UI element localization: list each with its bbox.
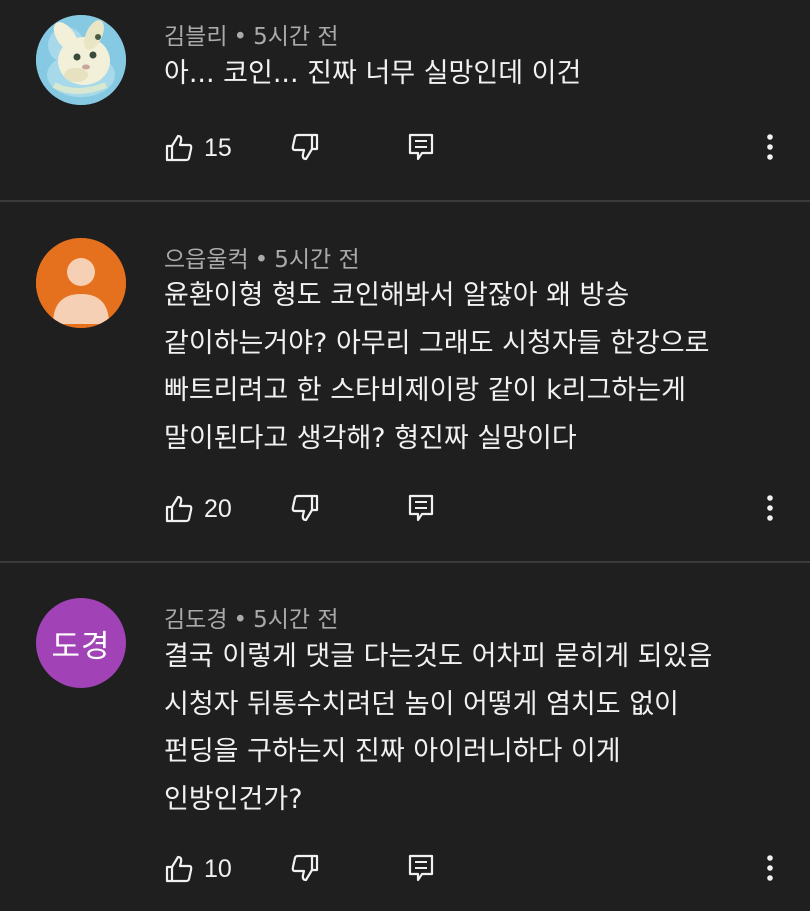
comment-actions: 10 [164,849,784,889]
more-vertical-icon [767,134,773,160]
avatar[interactable]: 도경 [36,598,126,688]
more-options-button[interactable] [760,853,780,883]
dislike-button[interactable] [290,853,320,883]
like-button[interactable]: 20 [164,489,232,529]
thumbs-up-icon [165,134,193,162]
comment-line: 아... 코인... 진짜 너무 실망인데 이건 [164,58,582,89]
comment-line: 같이하는거야? 아무리 그래도 시청자들 한강으로 [164,327,710,359]
comment-line: 결국 이렇게 댓글 다는것도 어차피 묻히게 되있음 [164,641,713,672]
more-options-button[interactable] [760,493,780,523]
reply-button[interactable] [406,853,436,883]
comment-time: 5시간 전 [274,247,360,273]
default-person-icon [36,238,126,328]
comment-line: 시청자 뒤통수치려던 놈이 어떻게 염치도 없이 [164,688,679,720]
thumbs-up-icon [165,495,193,523]
reply-button[interactable] [406,132,436,162]
comment-line: 인방인건가? [164,783,303,815]
comment-text: 아... 코인... 진짜 너무 실망인데 이건 [164,50,784,98]
comment-actions: 20 [164,489,784,529]
comment-meta: 김도경 • 5시간 전 [164,600,339,634]
avatar[interactable] [36,15,126,105]
like-count: 15 [204,133,232,162]
comment-time: 5시간 전 [253,607,339,633]
more-vertical-icon [767,855,773,881]
reply-icon [408,854,434,882]
like-count: 20 [204,494,232,523]
meta-separator: • [233,24,248,50]
reply-icon [408,133,434,161]
dislike-button[interactable] [290,493,320,523]
more-vertical-icon [767,495,773,521]
comment-time: 5시간 전 [253,24,339,50]
like-count: 10 [204,854,232,883]
comment-text: 결국 이렇게 댓글 다는것도 어차피 묻히게 되있음 시청자 뒤통수치려던 놈이… [164,633,784,823]
more-options-button[interactable] [760,132,780,162]
comment-line: 윤환이형 형도 코인해봐서 알잖아 왜 방송 [164,280,630,311]
avatar[interactable] [36,238,126,328]
comment-divider [0,561,810,563]
comment-divider [0,200,810,202]
comment-actions: 15 [164,128,784,168]
thumbs-down-icon [291,133,319,161]
meta-separator: • [233,607,248,633]
avatar-initials: 도경 [51,628,111,665]
comment-line: 말이된다고 생각해? 형진짜 실망이다 [164,422,577,454]
reply-button[interactable] [406,493,436,523]
like-button[interactable]: 15 [164,128,232,168]
meta-separator: • [254,247,269,273]
comment-line: 펀딩을 구하는지 진짜 아이러니하다 이게 [164,736,621,767]
thumbs-down-icon [291,494,319,522]
comment-line: 빠트리려고 한 스타비제이랑 같이 k리그하는게 [164,375,686,406]
bunny-illustration-icon [36,15,126,105]
author-name[interactable]: 김도경 [164,607,227,633]
author-name[interactable]: 김블리 [164,24,227,50]
comment-text: 윤환이형 형도 코인해봐서 알잖아 왜 방송 같이하는거야? 아무리 그래도 시… [164,272,784,462]
reply-icon [408,494,434,522]
author-name[interactable]: 으읍울컥 [164,247,249,273]
thumbs-up-icon [165,855,193,883]
dislike-button[interactable] [290,132,320,162]
thumbs-down-icon [291,854,319,882]
comment-meta: 김블리 • 5시간 전 [164,17,339,51]
comment-meta: 으읍울컥 • 5시간 전 [164,240,360,274]
like-button[interactable]: 10 [164,849,232,889]
